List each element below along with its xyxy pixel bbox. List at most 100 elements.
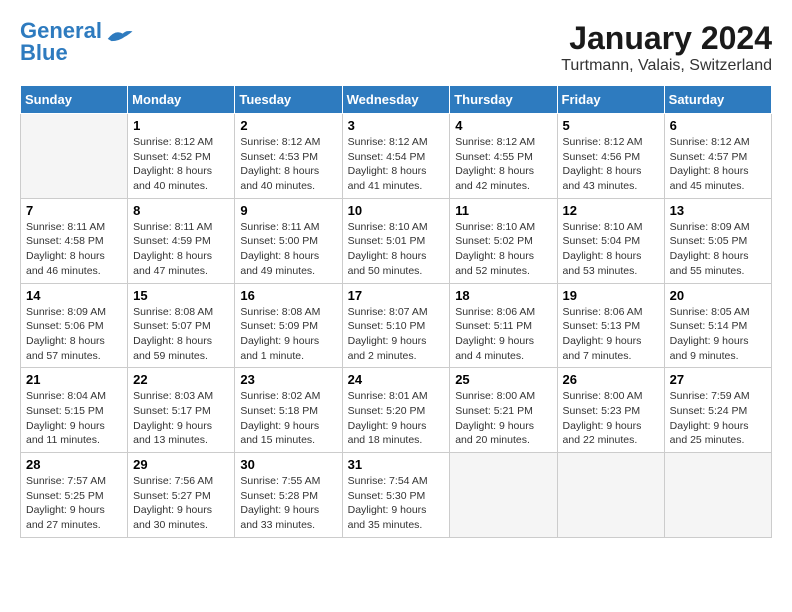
day-info: Sunrise: 8:12 AMSunset: 4:57 PMDaylight:… — [670, 135, 766, 194]
calendar-cell: 1 Sunrise: 8:12 AMSunset: 4:52 PMDaylight… — [128, 114, 235, 199]
col-friday: Friday — [557, 86, 664, 114]
calendar-cell: 2 Sunrise: 8:12 AMSunset: 4:53 PMDaylight… — [235, 114, 342, 199]
calendar-table: Sunday Monday Tuesday Wednesday Thursday… — [20, 85, 772, 538]
calendar-cell: 9 Sunrise: 8:11 AMSunset: 5:00 PMDaylight… — [235, 198, 342, 283]
calendar-cell: 18 Sunrise: 8:06 AMSunset: 5:11 PMDayligh… — [450, 283, 557, 368]
day-info: Sunrise: 8:08 AMSunset: 5:09 PMDaylight:… — [240, 305, 336, 364]
day-number: 17 — [348, 288, 445, 303]
day-info: Sunrise: 8:12 AMSunset: 4:53 PMDaylight:… — [240, 135, 336, 194]
col-tuesday: Tuesday — [235, 86, 342, 114]
day-info: Sunrise: 8:10 AMSunset: 5:02 PMDaylight:… — [455, 220, 551, 279]
day-number: 13 — [670, 203, 766, 218]
day-info: Sunrise: 8:03 AMSunset: 5:17 PMDaylight:… — [133, 389, 229, 448]
day-number: 15 — [133, 288, 229, 303]
day-number: 3 — [348, 118, 445, 133]
day-info: Sunrise: 8:00 AMSunset: 5:23 PMDaylight:… — [563, 389, 659, 448]
calendar-cell: 16 Sunrise: 8:08 AMSunset: 5:09 PMDayligh… — [235, 283, 342, 368]
day-number: 24 — [348, 372, 445, 387]
col-wednesday: Wednesday — [342, 86, 450, 114]
col-sunday: Sunday — [21, 86, 128, 114]
calendar-cell — [557, 453, 664, 538]
day-info: Sunrise: 8:10 AMSunset: 5:04 PMDaylight:… — [563, 220, 659, 279]
day-info: Sunrise: 7:55 AMSunset: 5:28 PMDaylight:… — [240, 474, 336, 533]
day-info: Sunrise: 8:10 AMSunset: 5:01 PMDaylight:… — [348, 220, 445, 279]
day-number: 23 — [240, 372, 336, 387]
calendar-cell: 6Sunrise: 8:12 AMSunset: 4:57 PMDaylight… — [664, 114, 771, 199]
day-number: 21 — [26, 372, 122, 387]
calendar-cell: 31Sunrise: 7:54 AMSunset: 5:30 PMDayligh… — [342, 453, 450, 538]
header: GeneralBlue January 2024 Turtmann, Valai… — [20, 20, 772, 75]
day-number: 29 — [133, 457, 229, 472]
logo: GeneralBlue — [20, 20, 134, 64]
week-row-1: 1 Sunrise: 8:12 AMSunset: 4:52 PMDaylight… — [21, 114, 772, 199]
day-info: Sunrise: 8:11 AMSunset: 4:59 PMDaylight:… — [133, 220, 229, 279]
calendar-cell: 7Sunrise: 8:11 AMSunset: 4:58 PMDaylight… — [21, 198, 128, 283]
day-info: Sunrise: 8:12 AMSunset: 4:54 PMDaylight:… — [348, 135, 445, 194]
page-title: January 2024 — [561, 20, 772, 57]
calendar-cell: 23 Sunrise: 8:02 AMSunset: 5:18 PMDayligh… — [235, 368, 342, 453]
day-info: Sunrise: 8:01 AMSunset: 5:20 PMDaylight:… — [348, 389, 445, 448]
day-number: 30 — [240, 457, 336, 472]
week-row-5: 28 Sunrise: 7:57 AMSunset: 5:25 PMDayligh… — [21, 453, 772, 538]
day-number: 25 — [455, 372, 551, 387]
day-info: Sunrise: 8:12 AMSunset: 4:52 PMDaylight:… — [133, 135, 229, 194]
calendar-cell: 21Sunrise: 8:04 AMSunset: 5:15 PMDayligh… — [21, 368, 128, 453]
day-number: 22 — [133, 372, 229, 387]
calendar-cell: 26 Sunrise: 8:00 AMSunset: 5:23 PMDayligh… — [557, 368, 664, 453]
calendar-cell: 12Sunrise: 8:10 AMSunset: 5:04 PMDayligh… — [557, 198, 664, 283]
calendar-cell: 17 Sunrise: 8:07 AMSunset: 5:10 PMDayligh… — [342, 283, 450, 368]
day-info: Sunrise: 8:09 AMSunset: 5:06 PMDaylight:… — [26, 305, 122, 364]
day-info: Sunrise: 8:06 AMSunset: 5:11 PMDaylight:… — [455, 305, 551, 364]
day-number: 28 — [26, 457, 122, 472]
week-row-4: 21Sunrise: 8:04 AMSunset: 5:15 PMDayligh… — [21, 368, 772, 453]
col-thursday: Thursday — [450, 86, 557, 114]
day-info: Sunrise: 8:12 AMSunset: 4:55 PMDaylight:… — [455, 135, 551, 194]
day-number: 11 — [455, 203, 551, 218]
page-subtitle: Turtmann, Valais, Switzerland — [561, 57, 772, 75]
day-number: 18 — [455, 288, 551, 303]
day-number: 1 — [133, 118, 229, 133]
logo-bird-icon — [104, 27, 134, 47]
day-info: Sunrise: 7:57 AMSunset: 5:25 PMDaylight:… — [26, 474, 122, 533]
day-info: Sunrise: 8:05 AMSunset: 5:14 PMDaylight:… — [670, 305, 766, 364]
day-info: Sunrise: 7:56 AMSunset: 5:27 PMDaylight:… — [133, 474, 229, 533]
day-info: Sunrise: 8:02 AMSunset: 5:18 PMDaylight:… — [240, 389, 336, 448]
day-number: 2 — [240, 118, 336, 133]
day-number: 16 — [240, 288, 336, 303]
calendar-header-row: Sunday Monday Tuesday Wednesday Thursday… — [21, 86, 772, 114]
calendar-cell: 24 Sunrise: 8:01 AMSunset: 5:20 PMDayligh… — [342, 368, 450, 453]
day-number: 19 — [563, 288, 659, 303]
day-info: Sunrise: 7:59 AMSunset: 5:24 PMDaylight:… — [670, 389, 766, 448]
day-number: 9 — [240, 203, 336, 218]
day-info: Sunrise: 8:00 AMSunset: 5:21 PMDaylight:… — [455, 389, 551, 448]
logo-text: GeneralBlue — [20, 20, 102, 64]
calendar-cell: 15Sunrise: 8:08 AMSunset: 5:07 PMDayligh… — [128, 283, 235, 368]
calendar-cell: 4 Sunrise: 8:12 AMSunset: 4:55 PMDaylight… — [450, 114, 557, 199]
day-number: 4 — [455, 118, 551, 133]
col-monday: Monday — [128, 86, 235, 114]
calendar-cell: 22 Sunrise: 8:03 AMSunset: 5:17 PMDayligh… — [128, 368, 235, 453]
day-number: 8 — [133, 203, 229, 218]
calendar-cell: 19Sunrise: 8:06 AMSunset: 5:13 PMDayligh… — [557, 283, 664, 368]
calendar-cell: 30 Sunrise: 7:55 AMSunset: 5:28 PMDayligh… — [235, 453, 342, 538]
calendar-cell: 25 Sunrise: 8:00 AMSunset: 5:21 PMDayligh… — [450, 368, 557, 453]
day-info: Sunrise: 8:11 AMSunset: 4:58 PMDaylight:… — [26, 220, 122, 279]
calendar-cell: 11 Sunrise: 8:10 AMSunset: 5:02 PMDayligh… — [450, 198, 557, 283]
day-number: 14 — [26, 288, 122, 303]
col-saturday: Saturday — [664, 86, 771, 114]
calendar-cell: 14 Sunrise: 8:09 AMSunset: 5:06 PMDayligh… — [21, 283, 128, 368]
day-info: Sunrise: 8:11 AMSunset: 5:00 PMDaylight:… — [240, 220, 336, 279]
calendar-cell — [664, 453, 771, 538]
calendar-cell: 3 Sunrise: 8:12 AMSunset: 4:54 PMDaylight… — [342, 114, 450, 199]
week-row-3: 14 Sunrise: 8:09 AMSunset: 5:06 PMDayligh… — [21, 283, 772, 368]
calendar-cell — [450, 453, 557, 538]
calendar-cell — [21, 114, 128, 199]
day-info: Sunrise: 8:09 AMSunset: 5:05 PMDaylight:… — [670, 220, 766, 279]
day-info: Sunrise: 8:07 AMSunset: 5:10 PMDaylight:… — [348, 305, 445, 364]
day-number: 26 — [563, 372, 659, 387]
calendar-cell: 27Sunrise: 7:59 AMSunset: 5:24 PMDayligh… — [664, 368, 771, 453]
calendar-cell: 10Sunrise: 8:10 AMSunset: 5:01 PMDayligh… — [342, 198, 450, 283]
calendar-cell: 28 Sunrise: 7:57 AMSunset: 5:25 PMDayligh… — [21, 453, 128, 538]
day-number: 5 — [563, 118, 659, 133]
calendar-cell: 20Sunrise: 8:05 AMSunset: 5:14 PMDayligh… — [664, 283, 771, 368]
